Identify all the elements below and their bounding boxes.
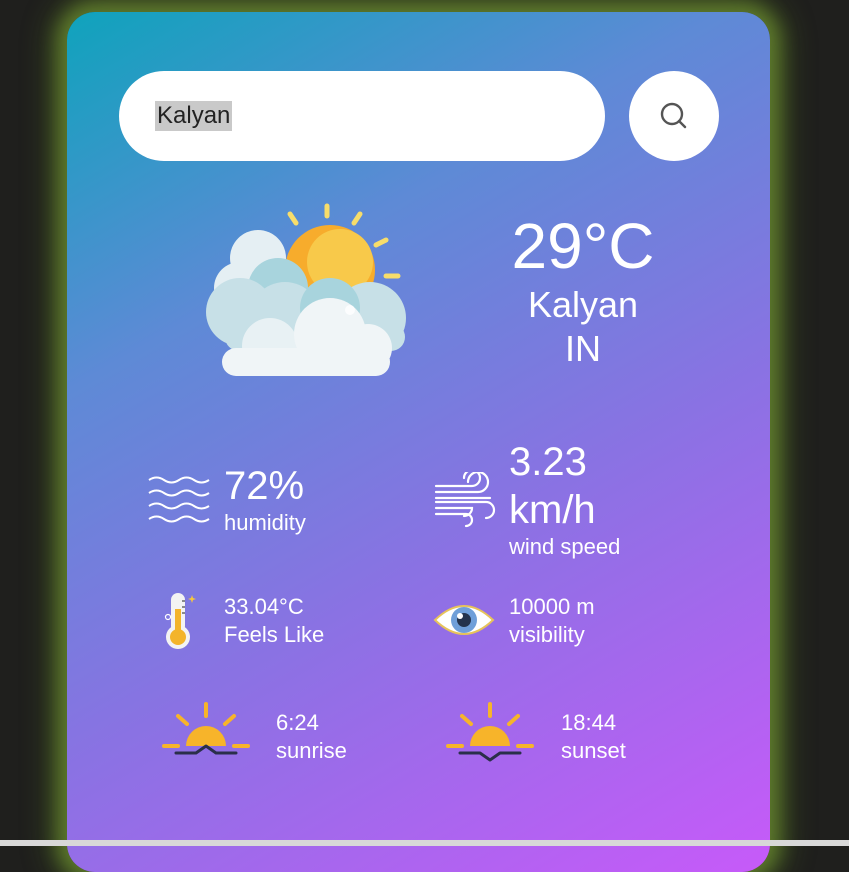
sunset-value: 18:44 (561, 710, 617, 735)
temperature: 29°C (511, 210, 655, 282)
thermometer-icon (164, 593, 196, 649)
wind-label: wind speed (509, 534, 621, 559)
sunrise-icon (162, 702, 250, 755)
visibility-value: 10000 m (509, 594, 595, 619)
sunrise-value: 6:24 (276, 710, 319, 735)
wind-icon (434, 472, 496, 528)
page-bottom-edge (0, 840, 849, 846)
waves-icon (148, 476, 210, 523)
city-name: Kalyan (527, 284, 639, 325)
wind-unit: km/h (509, 488, 596, 532)
feels-like-value: 33.04°C (224, 594, 304, 619)
sunset-label: sunset (561, 738, 626, 763)
search-input-text: Kalyan (155, 101, 233, 131)
country-code: IN (565, 328, 601, 369)
search-icon (660, 102, 687, 129)
humidity-value: 72% (224, 464, 305, 508)
visibility-label: visibility (509, 622, 585, 647)
search-button[interactable] (629, 71, 719, 161)
partly-cloudy-icon (206, 203, 406, 376)
eye-icon (433, 605, 495, 635)
wind-value: 3.23 (509, 440, 587, 484)
feels-like-label: Feels Like (224, 622, 325, 647)
search-box[interactable]: Kalyan (119, 71, 605, 161)
sunset-icon (446, 702, 534, 762)
humidity-label: humidity (224, 510, 306, 535)
sunrise-label: sunrise (276, 738, 347, 763)
